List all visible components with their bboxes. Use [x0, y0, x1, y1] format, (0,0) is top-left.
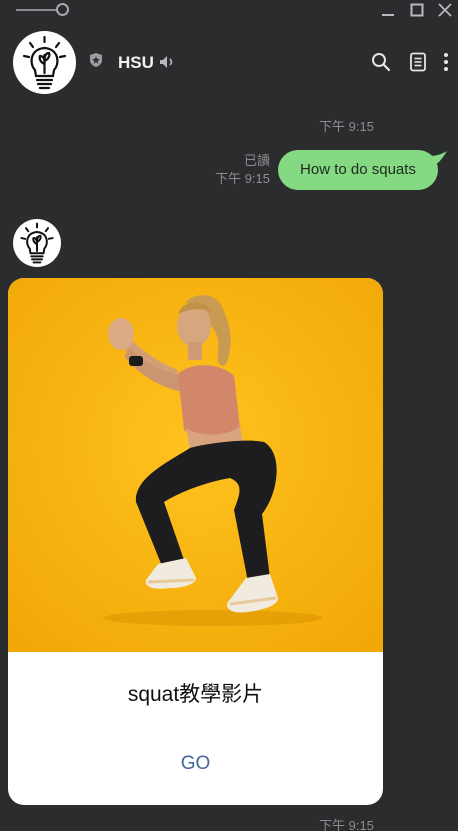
message-meta: 已讀 下午 9:15 [215, 152, 270, 188]
lightbulb-logo [20, 222, 54, 264]
read-status: 已讀 [243, 153, 270, 168]
card-timestamp: 下午 9:15 [319, 818, 374, 831]
chat-name[interactable]: HSU [118, 53, 154, 73]
title-bar [0, 0, 458, 22]
zoom-slider-thumb[interactable] [56, 3, 69, 16]
bot-avatar[interactable] [13, 219, 61, 267]
lightbulb-logo [22, 35, 67, 90]
search-icon[interactable] [371, 52, 391, 72]
maximize-icon[interactable] [409, 2, 425, 18]
sent-message-bubble[interactable]: How to do squats [278, 150, 438, 190]
avatar[interactable] [13, 31, 76, 94]
chat-header: HSU [0, 28, 458, 96]
card-title: squat教學影片 [127, 683, 264, 706]
message-timestamp: 下午 9:15 [319, 119, 374, 134]
notes-icon[interactable] [408, 52, 428, 72]
minimize-icon[interactable] [380, 2, 396, 18]
speaker-icon[interactable] [158, 54, 176, 70]
close-icon[interactable] [437, 2, 453, 18]
sent-time: 下午 9:15 [215, 171, 270, 186]
zoom-slider[interactable] [16, 3, 72, 17]
flex-message-card[interactable]: squat教學影片 GO [8, 278, 383, 805]
shield-star-icon [90, 53, 102, 67]
more-vertical-icon[interactable] [440, 52, 452, 72]
go-button[interactable]: GO [28, 746, 363, 782]
bubble-tail [430, 151, 447, 166]
hero-image[interactable] [8, 278, 383, 652]
